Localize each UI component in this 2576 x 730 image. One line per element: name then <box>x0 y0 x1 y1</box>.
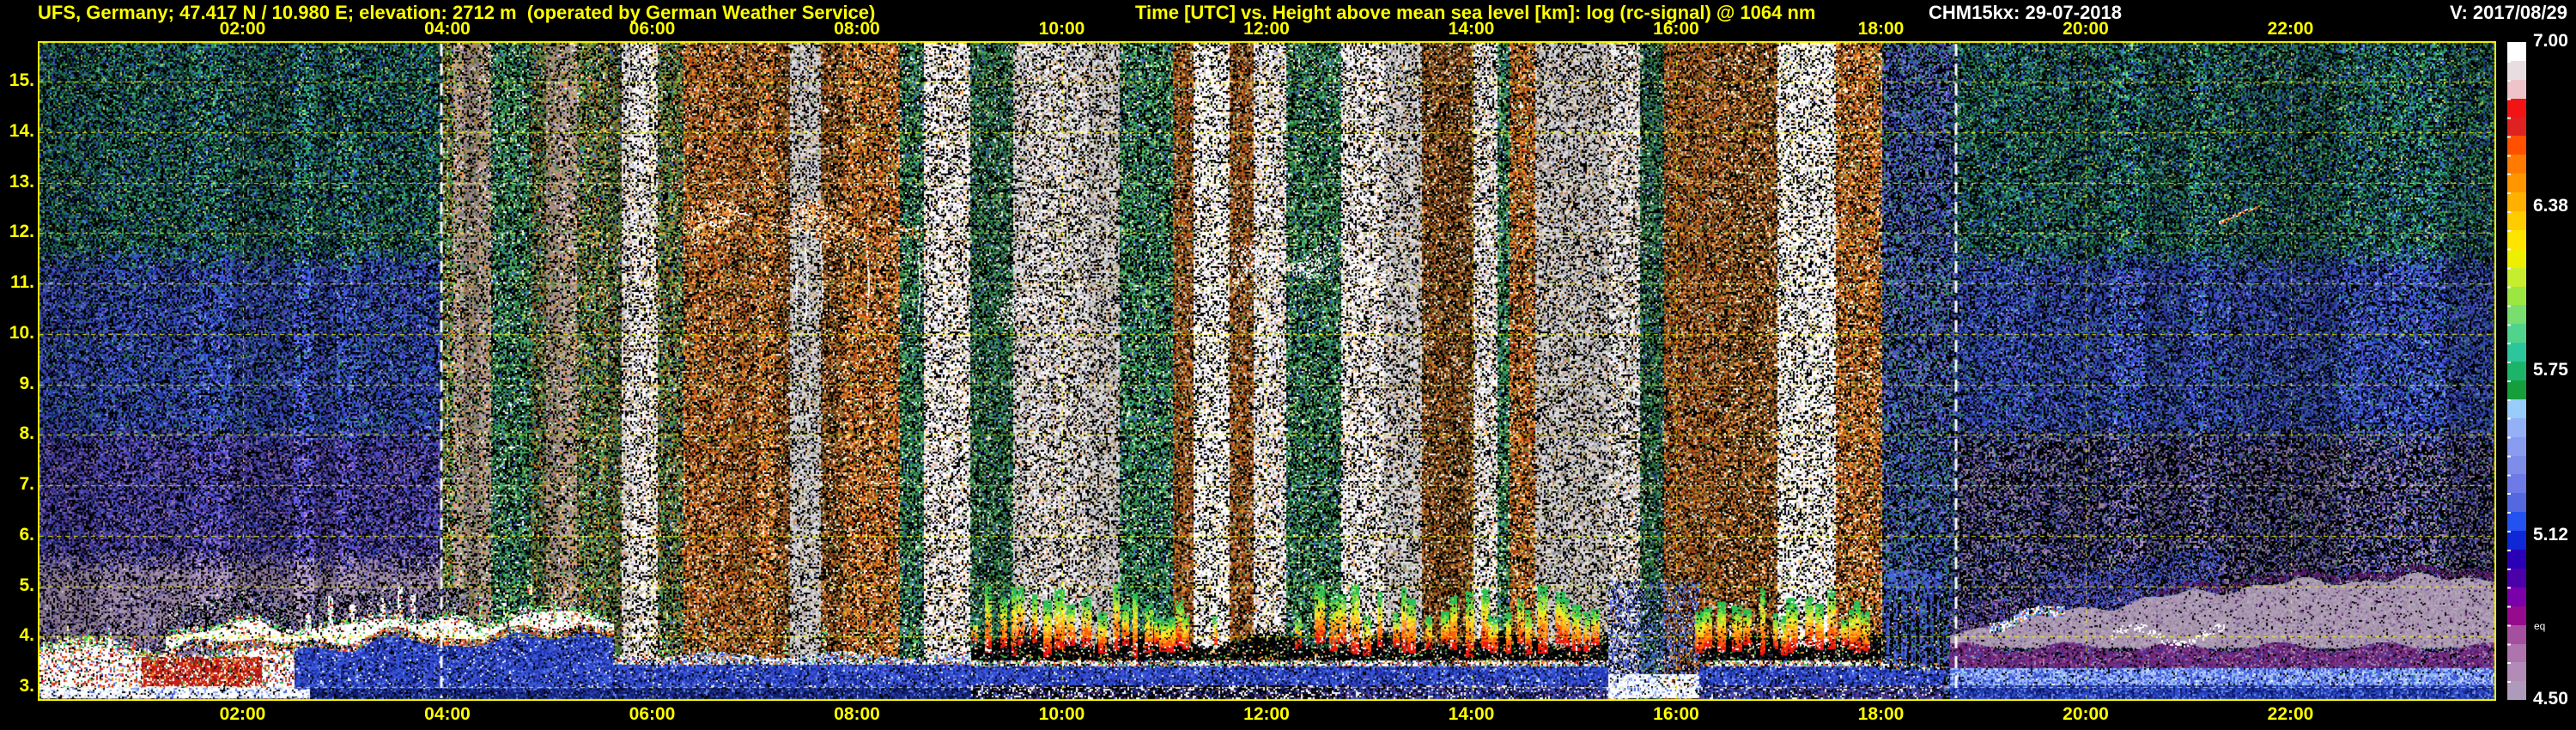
y-tick-label: 10. <box>9 322 34 343</box>
y-tick-label: 4. <box>19 625 34 646</box>
y-tick-label: 8. <box>19 423 34 444</box>
x-tick-label-bottom: 18:00 <box>1857 704 1905 724</box>
colorbar-tick-label: 6.38 <box>2533 195 2568 216</box>
x-tick-label-bottom: 02:00 <box>219 704 266 724</box>
version-label: V: 2017/08/29 <box>2449 2 2567 23</box>
colorbar-tick-marks <box>2507 42 2511 700</box>
y-tick-label: 13. <box>9 171 34 192</box>
y-tick-label: 6. <box>19 524 34 544</box>
colorbar <box>2507 42 2526 701</box>
x-tick-label-bottom: 16:00 <box>1653 704 1699 724</box>
colorbar-tick-label: 7.00 <box>2533 31 2568 51</box>
x-tick-label-bottom: 12:00 <box>1243 704 1290 724</box>
y-tick-label: 5. <box>19 575 34 595</box>
x-tick-label-bottom: 22:00 <box>2267 704 2314 724</box>
y-tick-label: 14. <box>9 120 34 141</box>
x-tick-label-bottom: 20:00 <box>2063 704 2109 724</box>
ceilometer-quicklook-screen: { "header": { "station": "UFS, Germany; … <box>0 0 2576 730</box>
colorbar-stray-label: eq <box>2534 620 2546 632</box>
x-tick-label-top: 20:00 <box>2063 19 2109 39</box>
x-tick-label-bottom: 14:00 <box>1448 704 1495 724</box>
y-tick-label: 15. <box>9 70 34 90</box>
y-tick-label: 3. <box>19 676 34 696</box>
x-tick-label-top: 02:00 <box>219 19 266 39</box>
colorbar-tick-label: 4.50 <box>2533 689 2568 709</box>
x-tick-label-top: 10:00 <box>1038 19 1085 39</box>
x-tick-label-bottom: 06:00 <box>629 704 676 724</box>
colorbar-tick-label: 5.75 <box>2533 360 2568 380</box>
y-tick-label: 12. <box>9 222 34 242</box>
x-tick-label-top: 08:00 <box>834 19 880 39</box>
plot-canvas <box>38 41 2496 701</box>
x-tick-label-bottom: 04:00 <box>424 704 471 724</box>
x-tick-label-top: 04:00 <box>424 19 471 39</box>
x-tick-label-top: 12:00 <box>1243 19 1290 39</box>
x-tick-label-top: 18:00 <box>1857 19 1905 39</box>
x-tick-label-top: 06:00 <box>629 19 676 39</box>
x-tick-label-top: 22:00 <box>2267 19 2314 39</box>
x-tick-label-bottom: 08:00 <box>834 704 880 724</box>
x-tick-label-top: 14:00 <box>1448 19 1495 39</box>
y-tick-label: 7. <box>19 474 34 494</box>
y-tick-label: 9. <box>19 373 34 393</box>
x-tick-label-bottom: 10:00 <box>1038 704 1085 724</box>
y-tick-label: 11. <box>9 272 34 292</box>
x-tick-label-top: 16:00 <box>1653 19 1699 39</box>
colorbar-tick-label: 5.12 <box>2533 524 2568 544</box>
